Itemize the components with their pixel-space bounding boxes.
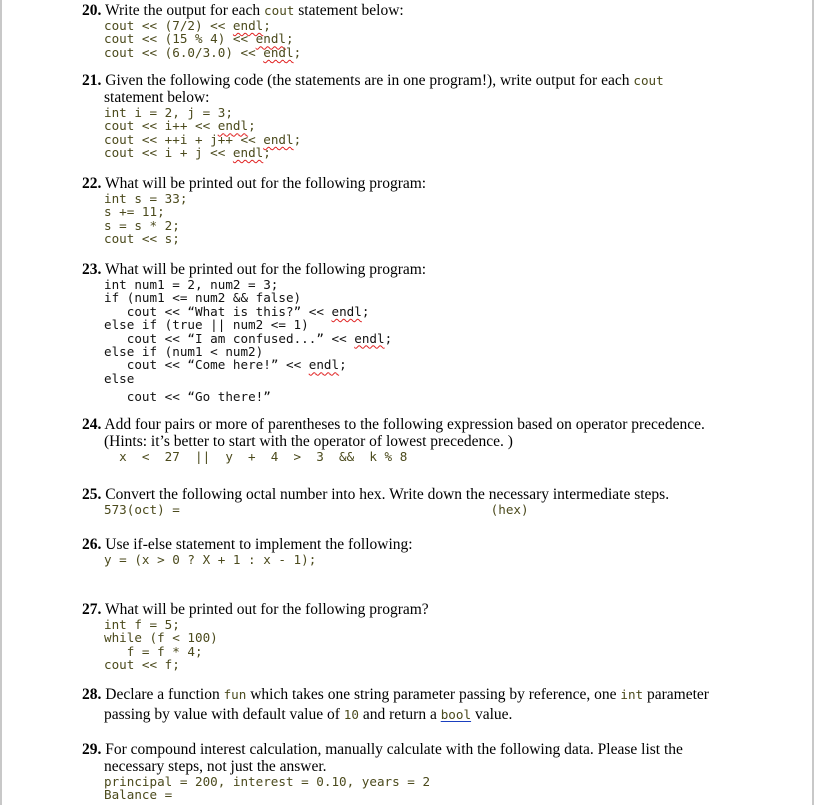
- question-28: 28. Declare a function fun which takes o…: [82, 685, 762, 725]
- code-line: cout << “Go there!”: [126, 389, 271, 405]
- code-line: y = (x > 0 ? X + 1 : x - 1);: [104, 552, 317, 567]
- code-line: int num1 = 2, num2 = 3;: [104, 277, 279, 292]
- code-line: cout << s;: [104, 231, 180, 247]
- code-line: int f = 5;: [104, 617, 180, 632]
- code-keyword: cout: [104, 44, 135, 60]
- code-keyword: cout: [104, 231, 135, 247]
- question-26: 26. Use if-else statement to implement t…: [82, 536, 762, 566]
- question-29-code: principal = 200, interest = 0.10, years …: [82, 775, 762, 802]
- question-26-prompt: 26. Use if-else statement to implement t…: [82, 536, 413, 553]
- question-27-prompt: 27. What will be printed out for the fol…: [82, 601, 429, 618]
- code-line: s = s * 2;: [104, 217, 180, 233]
- code-line: cout << f;: [104, 657, 180, 673]
- code-line: cout << (7/2) << endl;: [104, 18, 271, 33]
- code-line: else if (true || num2 <= 1): [104, 317, 309, 333]
- code-line: Balance =: [104, 787, 173, 803]
- question-21-prompt: 21. Given the following code (the statem…: [82, 72, 664, 106]
- question-23-code: int num1 = 2, num2 = 3; if (num1 <= num2 …: [82, 278, 762, 404]
- code-line: s += 11;: [104, 204, 165, 220]
- code-line: x < 27 || y + 4 > 3 && k % 8: [104, 449, 408, 464]
- question-22-prompt: 22. What will be printed out for the fol…: [82, 175, 427, 192]
- question-25: 25. Convert the following octal number i…: [82, 486, 762, 516]
- question-24: 24. Add four pairs or more of parenthese…: [82, 416, 762, 463]
- question-20: 20. Write the output for each cout state…: [82, 2, 762, 59]
- question-23: 23. What will be printed out for the fol…: [82, 261, 762, 404]
- question-26-code: y = (x > 0 ? X + 1 : x - 1);: [82, 552, 762, 567]
- code-line: cout << “Come here!” << endl;: [126, 357, 347, 373]
- question-21-code: int i = 2, j = 3; cout << i++ << endl; cou…: [82, 106, 762, 160]
- code-line: if (num1 <= num2 && false): [104, 290, 302, 306]
- question-20-prompt: 20. Write the output for each cout state…: [82, 2, 404, 19]
- code-line: int s = 33;: [104, 191, 188, 206]
- code-keyword: endl: [331, 303, 362, 319]
- code-keyword: cout: [104, 145, 135, 161]
- code-keyword: cout: [126, 389, 158, 405]
- code-line: cout << “What is this?” << endl;: [126, 303, 370, 319]
- code-line: f = f * 4;: [104, 643, 203, 659]
- question-25-code: 573(oct) = (hex): [82, 502, 762, 517]
- question-24-code: x < 27 || y + 4 > 3 && k % 8: [82, 449, 762, 464]
- code-keyword: cout: [104, 657, 135, 673]
- code-line: cout << ++i + j++ << endl;: [104, 131, 302, 147]
- code-keyword: endl: [308, 357, 340, 373]
- question-20-code: cout << (7/2) << endl; cout << (15 % 4) <…: [82, 18, 762, 60]
- question-25-prompt: 25. Convert the following octal number i…: [82, 486, 670, 503]
- code-keyword: endl: [263, 44, 294, 60]
- code-line: else if (num1 < num2): [104, 344, 264, 360]
- code-line: while (f < 100): [104, 630, 218, 646]
- question-23-prompt: 23. What will be printed out for the fol…: [82, 261, 427, 278]
- document-page: 20. Write the output for each cout state…: [0, 0, 814, 805]
- bool-link[interactable]: bool: [441, 707, 471, 722]
- question-29: 29. For compound interest calculation, m…: [82, 741, 762, 802]
- code-line: cout << (6.0/3.0) << endl;: [104, 44, 302, 60]
- code-line: cout << i++ << endl;: [104, 118, 256, 134]
- code-line: cout << “I am confused...” << endl;: [126, 330, 393, 346]
- code-line: 573(oct) = (hex): [104, 502, 529, 517]
- question-22-code: int s = 33; s += 11; s = s * 2; cout << s;: [82, 192, 762, 246]
- question-24-prompt: 24. Add four pairs or more of parenthese…: [82, 416, 705, 450]
- code-line: else: [104, 370, 135, 386]
- code-keyword: endl: [232, 145, 264, 161]
- code-line: principal = 200, interest = 0.10, years …: [104, 774, 431, 789]
- question-28-prompt: 28. Declare a function fun which takes o…: [82, 686, 709, 723]
- question-27-code: int f = 5; while (f < 100) f = f * 4; cout…: [82, 618, 762, 672]
- code-line: cout << i + j << endl;: [104, 145, 271, 161]
- code-keyword: endl: [354, 330, 385, 346]
- question-22: 22. What will be printed out for the fol…: [82, 175, 762, 246]
- question-27: 27. What will be printed out for the fol…: [82, 601, 762, 672]
- question-21: 21. Given the following code (the statem…: [82, 72, 762, 160]
- question-29-prompt: 29. For compound interest calculation, m…: [82, 741, 683, 775]
- code-line: int i = 2, j = 3;: [104, 105, 233, 120]
- code-line: cout << (15 % 4) << endl;: [104, 31, 294, 47]
